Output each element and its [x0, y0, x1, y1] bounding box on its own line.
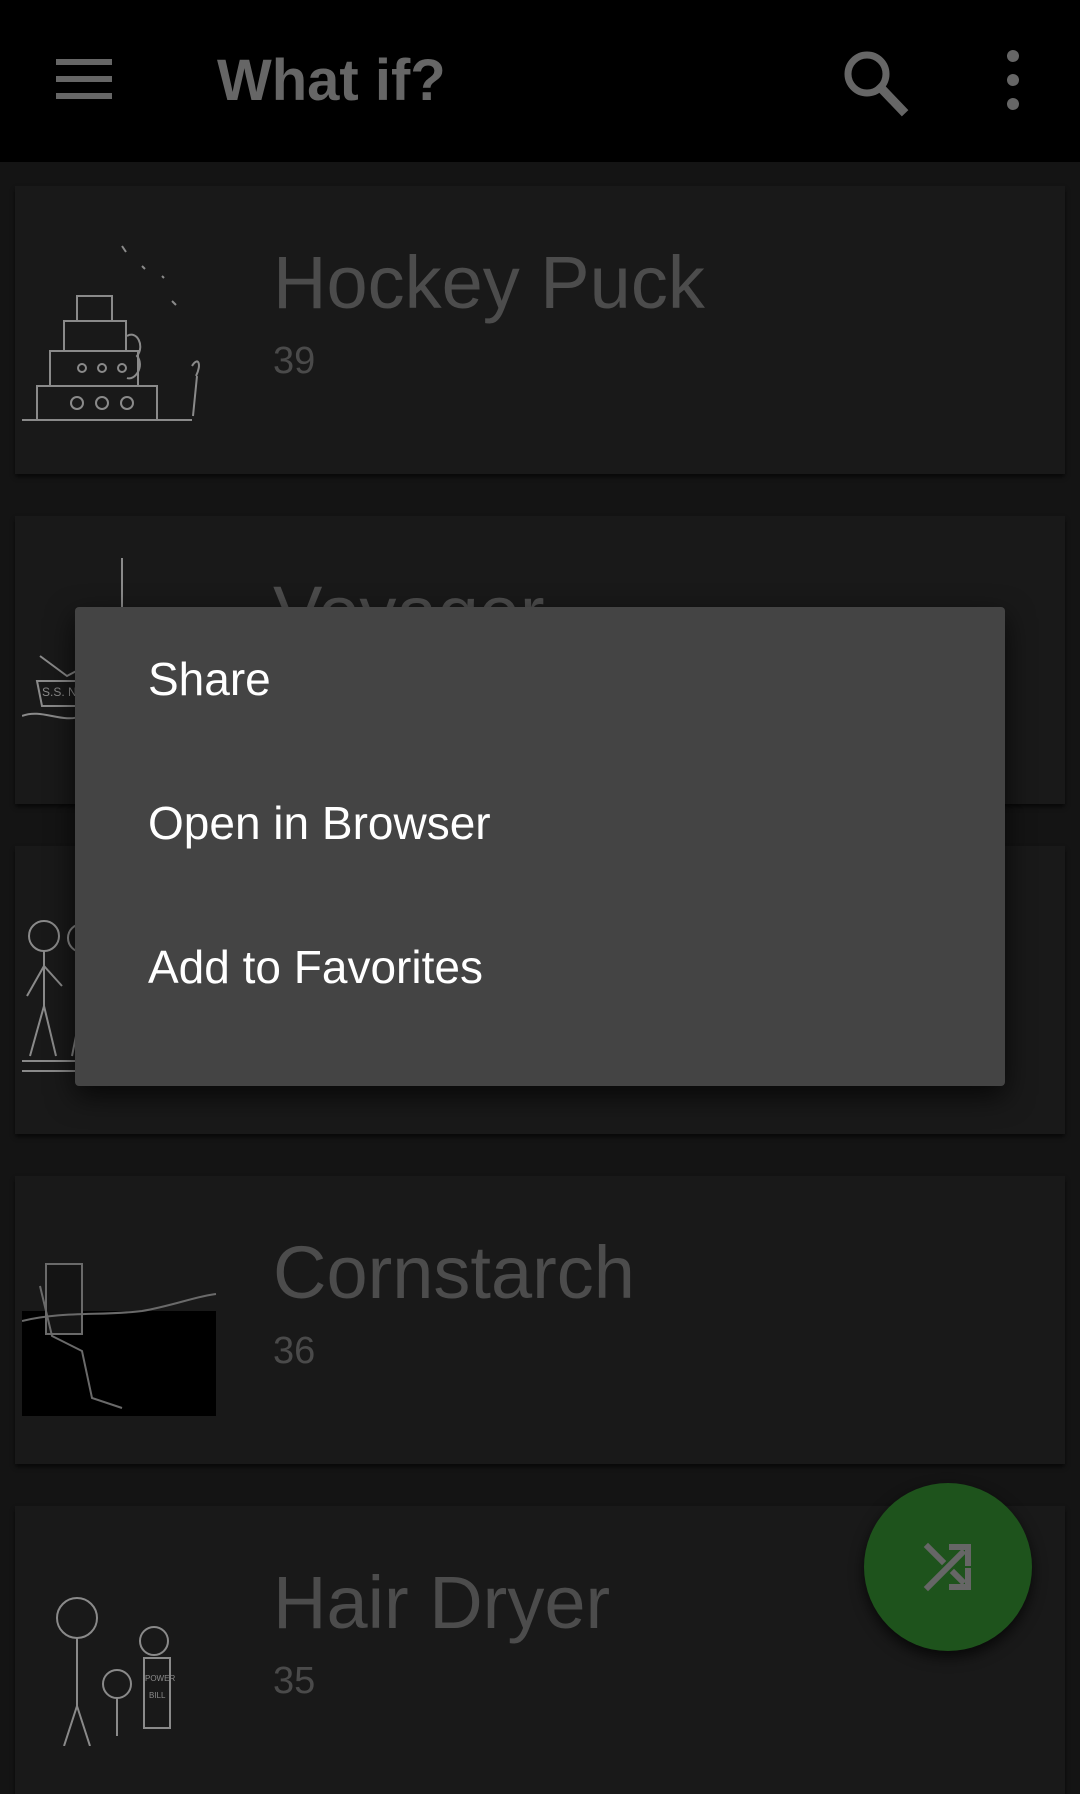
article-card-cornstarch[interactable]: Cornstarch 36 — [15, 1176, 1065, 1464]
app-title: What if? — [217, 48, 446, 113]
context-menu: Share Open in Browser Add to Favorites — [75, 607, 1005, 1086]
article-title: Hair Dryer — [273, 1561, 611, 1644]
menu-item-label: Share — [148, 653, 271, 705]
article-number: 36 — [273, 1330, 316, 1372]
article-number: 39 — [273, 340, 316, 382]
hamburger-menu-icon[interactable] — [44, 47, 124, 111]
menu-item-open-in-browser[interactable]: Open in Browser — [75, 751, 1005, 895]
menu-item-add-to-favorites[interactable]: Add to Favorites — [75, 895, 1005, 1039]
article-thumbnail — [21, 1216, 222, 1416]
svg-text:S.S. N: S.S. N — [42, 685, 77, 699]
shuffle-icon — [923, 1542, 971, 1592]
article-title: Hockey Puck — [273, 241, 705, 324]
article-thumbnail: POWER BILL — [22, 1546, 222, 1747]
menu-item-label: Open in Browser — [148, 797, 491, 849]
article-number: 35 — [273, 1660, 316, 1702]
search-icon[interactable] — [836, 44, 916, 120]
svg-text:POWER: POWER — [145, 1674, 175, 1683]
menu-item-share[interactable]: Share — [75, 607, 1005, 751]
article-thumbnail — [22, 226, 222, 426]
shuffle-button[interactable] — [864, 1483, 1032, 1651]
more-vert-icon[interactable] — [988, 48, 1038, 112]
app-bar: What if? — [0, 0, 1080, 162]
article-card-hockey-puck[interactable]: Hockey Puck 39 — [15, 186, 1065, 474]
article-title: Cornstarch — [273, 1231, 635, 1314]
menu-item-label: Add to Favorites — [148, 941, 483, 993]
